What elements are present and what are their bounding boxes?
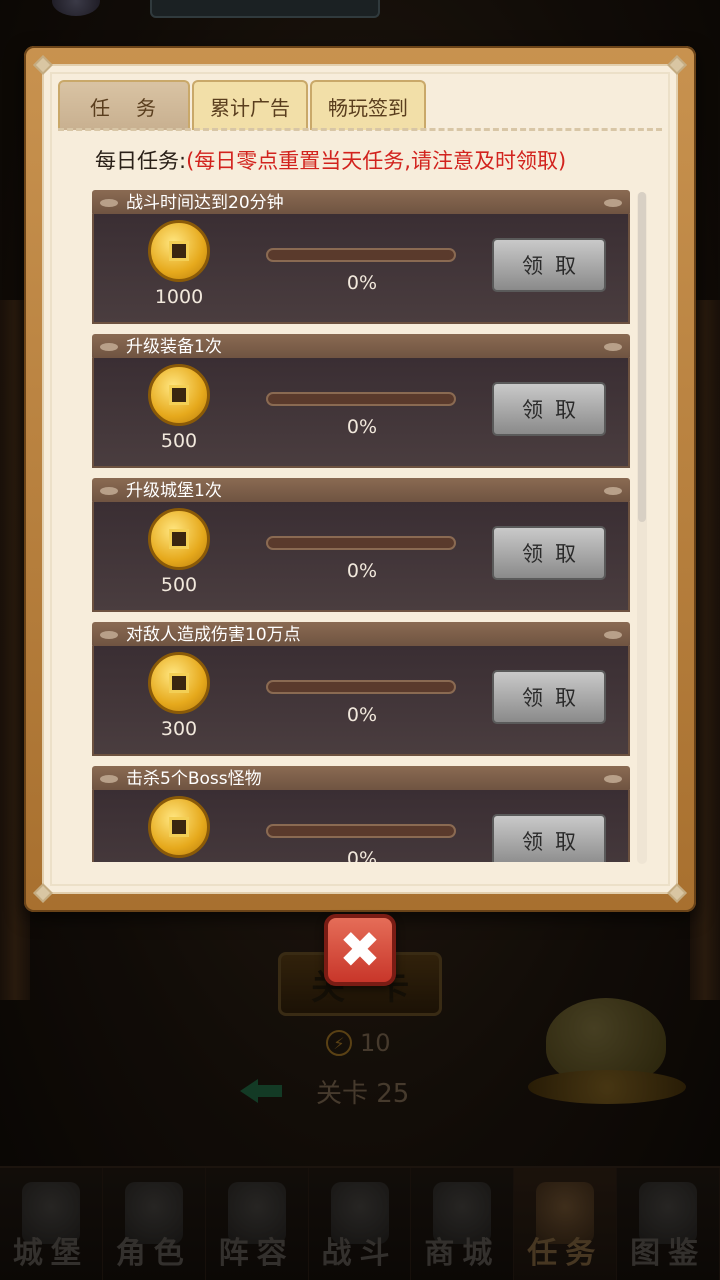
tab-play-checkin[interactable]: 畅玩签到 [310,80,426,130]
scroll-thumb[interactable] [638,192,646,522]
task-header: 升级装备1次 [92,334,630,360]
close-button[interactable]: ✖ [324,914,396,986]
reset-notice: (每日零点重置当天任务,请注意及时领取) [186,149,567,173]
task-header: 对敌人造成伤害10万点 [92,622,630,648]
task-header: 战斗时间达到20分钟 [92,190,630,216]
daily-task-heading: 每日任务: (每日零点重置当天任务,请注意及时领取) [95,142,566,178]
task-item: 击杀5个Boss怪物 0% 领取 [92,766,630,862]
gold-coin-icon [148,220,210,282]
daily-task-label: 每日任务: [95,149,187,173]
tab-divider [58,128,662,131]
progress-percent: 0% [346,416,378,438]
progress-bar [266,680,456,694]
task-list-scrollbar[interactable] [637,192,647,864]
claim-button[interactable]: 领取 [492,526,606,580]
task-reward: 500 [160,430,198,452]
claim-button[interactable]: 领取 [492,814,606,862]
progress-percent: 0% [346,272,378,294]
task-body: 1000 0% 领取 [92,214,630,324]
panel-tabs: 任务 累计广告 畅玩签到 [58,80,428,130]
progress-percent: 0% [346,704,378,726]
task-title: 升级装备1次 [126,337,222,357]
claim-button[interactable]: 领取 [492,670,606,724]
task-reward: 500 [160,574,198,596]
progress-percent: 0% [346,560,378,582]
task-body: 0% 领取 [92,790,630,862]
progress-bar [266,392,456,406]
task-title: 击杀5个Boss怪物 [126,769,262,789]
task-item: 战斗时间达到20分钟 1000 0% 领取 [92,190,630,326]
task-title: 升级城堡1次 [126,481,222,501]
task-list[interactable]: 战斗时间达到20分钟 1000 0% 领取 升级装备1次 500 0% 领取 升… [92,190,630,862]
task-item: 升级城堡1次 500 0% 领取 [92,478,630,614]
progress-bar [266,536,456,550]
claim-button[interactable]: 领取 [492,238,606,292]
task-body: 300 0% 领取 [92,646,630,756]
task-body: 500 0% 领取 [92,502,630,612]
task-reward: 1000 [154,286,204,308]
claim-button[interactable]: 领取 [492,382,606,436]
gold-coin-icon [148,508,210,570]
task-header: 升级城堡1次 [92,478,630,504]
tab-tasks[interactable]: 任务 [58,80,190,130]
task-title: 对敌人造成伤害10万点 [126,625,301,645]
task-item: 对敌人造成伤害10万点 300 0% 领取 [92,622,630,758]
close-icon: ✖ [339,921,381,979]
progress-percent: 0% [346,848,378,862]
progress-bar [266,248,456,262]
task-body: 500 0% 领取 [92,358,630,468]
task-item: 升级装备1次 500 0% 领取 [92,334,630,470]
gold-coin-icon [148,796,210,858]
gold-coin-icon [148,364,210,426]
gold-coin-icon [148,652,210,714]
tab-ad-rewards[interactable]: 累计广告 [192,80,308,130]
progress-bar [266,824,456,838]
task-reward: 300 [160,718,198,740]
task-header: 击杀5个Boss怪物 [92,766,630,792]
task-title: 战斗时间达到20分钟 [126,193,284,213]
